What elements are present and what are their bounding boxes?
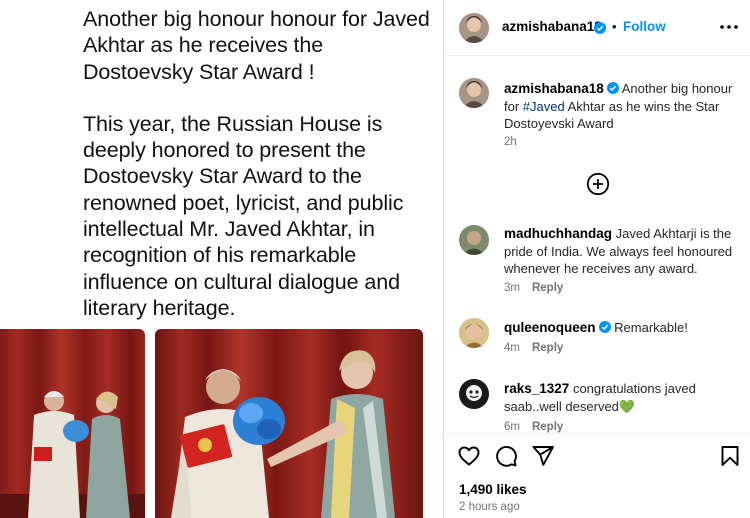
comment-username[interactable]: raks_1327 bbox=[504, 381, 569, 396]
verified-badge-icon bbox=[598, 321, 611, 333]
more-options-icon[interactable] bbox=[716, 14, 742, 40]
plus-circle-icon[interactable] bbox=[586, 172, 610, 196]
caption-text: azmishabana18 Another big honour for #Ja… bbox=[504, 80, 739, 133]
bookmark-icon[interactable] bbox=[718, 444, 742, 468]
post-image-text: Another big honour honour for Javed Akht… bbox=[83, 6, 438, 321]
caption-avatar[interactable] bbox=[459, 78, 489, 108]
comment-time: 3m bbox=[504, 282, 520, 294]
caption-username[interactable]: azmishabana18 bbox=[504, 81, 604, 96]
comment-text: quleenoqueen Remarkable! bbox=[504, 319, 744, 337]
username[interactable]: azmishabana18 bbox=[502, 19, 602, 34]
reply-button[interactable]: Reply bbox=[532, 342, 563, 354]
comment-avatar[interactable] bbox=[459, 379, 489, 409]
post-media[interactable]: Another big honour honour for Javed Akht… bbox=[0, 0, 443, 518]
heart-icon[interactable] bbox=[457, 444, 481, 468]
comment-username[interactable]: madhuchhandag bbox=[504, 226, 612, 241]
comment-text: raks_1327 congratulations javed saab..we… bbox=[504, 380, 744, 415]
comment-time: 6m bbox=[504, 421, 520, 433]
verified-badge-icon bbox=[606, 82, 619, 94]
post-body: This year, the Russian House is deeply h… bbox=[83, 111, 404, 320]
avatar[interactable] bbox=[459, 13, 489, 43]
comment-meta: 4m Reply bbox=[504, 342, 563, 354]
comment-time: 4m bbox=[504, 342, 520, 354]
separator-dot: • bbox=[612, 19, 617, 34]
post-actions: 1,490 likes 2 hours ago bbox=[444, 433, 750, 518]
comment-icon[interactable] bbox=[494, 444, 518, 468]
likes-count[interactable]: 1,490 likes bbox=[459, 482, 527, 497]
comment-avatar[interactable] bbox=[459, 318, 489, 348]
post-details-panel: azmishabana18 • Follow azmishabana18 Ano… bbox=[443, 0, 750, 518]
comment-text: madhuchhandag Javed Akhtarji is the prid… bbox=[504, 225, 744, 278]
award-photo-right bbox=[155, 329, 423, 518]
comment-body: Remarkable! bbox=[614, 320, 688, 335]
send-icon[interactable] bbox=[531, 444, 555, 468]
verified-badge-icon bbox=[594, 22, 606, 34]
comment-meta: 3m Reply bbox=[504, 282, 563, 294]
comment-username[interactable]: quleenoqueen bbox=[504, 320, 596, 335]
comment-avatar[interactable] bbox=[459, 225, 489, 255]
reply-button[interactable]: Reply bbox=[532, 282, 563, 294]
comment-meta: 6m Reply bbox=[504, 421, 563, 433]
caption-time: 2h bbox=[504, 136, 517, 148]
post-timestamp: 2 hours ago bbox=[459, 501, 520, 513]
post-heading: Another big honour honour for Javed Akht… bbox=[83, 7, 430, 84]
reply-button[interactable]: Reply bbox=[532, 421, 563, 433]
hashtag-link[interactable]: #Javed bbox=[523, 99, 565, 114]
award-photo-left bbox=[0, 329, 145, 518]
follow-button[interactable]: Follow bbox=[623, 19, 666, 34]
post-header: azmishabana18 • Follow bbox=[444, 0, 750, 56]
